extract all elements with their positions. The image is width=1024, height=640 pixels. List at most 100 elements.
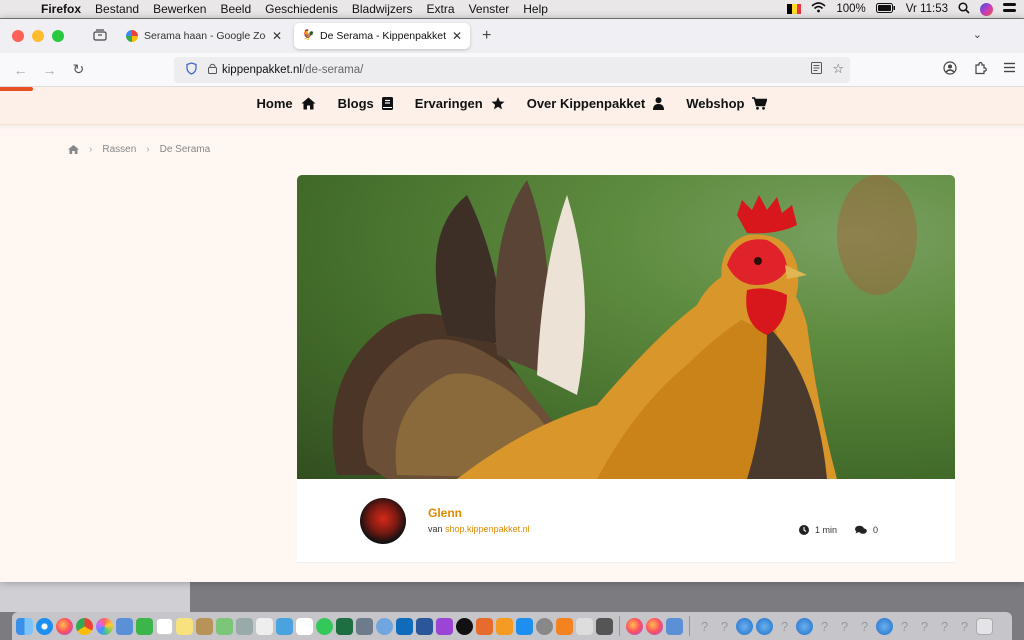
reminders-icon[interactable] xyxy=(296,617,313,635)
system-preferences-icon[interactable] xyxy=(536,617,553,635)
menu-app-name[interactable]: Firefox xyxy=(34,2,88,16)
tab-kippenpakket[interactable]: 🐓 De Serama - Kippenpakket.nl ✕ xyxy=(294,23,470,49)
home-icon[interactable] xyxy=(68,145,79,154)
wifi-icon[interactable] xyxy=(811,2,826,16)
apple-tv-icon[interactable] xyxy=(456,617,473,635)
belgian-flag-icon[interactable] xyxy=(787,4,802,14)
reader-view-icon[interactable] xyxy=(811,62,822,77)
tracking-protection-shield-icon[interactable] xyxy=(180,62,202,78)
lock-icon[interactable] xyxy=(202,63,222,77)
unknown-app-icon[interactable]: ? xyxy=(696,618,713,635)
siri-icon[interactable] xyxy=(980,2,993,16)
extensions-icon[interactable] xyxy=(973,61,987,78)
nav-webshop[interactable]: Webshop xyxy=(686,96,768,111)
podcasts-icon[interactable] xyxy=(436,617,453,635)
trash-icon[interactable] xyxy=(976,617,993,635)
battery-icon[interactable] xyxy=(875,2,896,16)
word-icon[interactable] xyxy=(416,617,433,635)
nav-home[interactable]: Home xyxy=(257,96,316,111)
screen-time-icon[interactable] xyxy=(596,617,613,635)
safari-icon[interactable] xyxy=(36,617,53,635)
unknown-app-icon[interactable]: ? xyxy=(816,618,833,635)
close-tab-icon[interactable]: ✕ xyxy=(272,29,282,43)
unknown-app-icon[interactable]: ? xyxy=(916,618,933,635)
unknown-app-icon[interactable]: ? xyxy=(776,618,793,635)
google-icon xyxy=(126,30,138,42)
preview-icon[interactable] xyxy=(666,617,683,635)
archive-icon[interactable] xyxy=(196,617,213,635)
app-store-icon[interactable] xyxy=(516,617,533,635)
account-icon[interactable] xyxy=(943,61,957,78)
author-shop-link[interactable]: shop.kippenpakket.nl xyxy=(445,524,530,534)
menubar-clock[interactable]: Vr 11:53 xyxy=(906,3,948,15)
unknown-app-icon[interactable]: ? xyxy=(836,618,853,635)
back-icon[interactable]: ← xyxy=(6,62,35,78)
unknown-app-icon[interactable]: ? xyxy=(956,618,973,635)
books-icon[interactable] xyxy=(496,617,513,635)
unknown-app-icon[interactable]: ? xyxy=(716,618,733,635)
firefox-icon[interactable] xyxy=(56,617,73,635)
itunes-icon[interactable] xyxy=(376,617,393,635)
menu-extra[interactable]: Extra xyxy=(420,2,462,16)
numbers-icon[interactable] xyxy=(136,617,153,635)
outlook-icon[interactable] xyxy=(396,617,413,635)
address-bar[interactable]: kippenpakket.nl/de-serama/ ☆ xyxy=(174,57,850,83)
messages-icon[interactable] xyxy=(316,617,333,635)
unknown-app-icon[interactable]: ? xyxy=(936,618,953,635)
menu-beeld[interactable]: Beeld xyxy=(213,2,258,16)
notes-icon[interactable] xyxy=(176,617,193,635)
send-icon[interactable] xyxy=(356,617,373,635)
reload-icon[interactable]: ↻ xyxy=(64,61,93,78)
minimize-window-button[interactable] xyxy=(32,30,44,42)
utility-icon[interactable] xyxy=(576,617,593,635)
globe-icon[interactable] xyxy=(796,617,813,635)
preview-icon[interactable] xyxy=(116,617,133,635)
nav-over-kippenpakket[interactable]: Over Kippenpakket xyxy=(527,96,665,111)
menu-bewerken[interactable]: Bewerken xyxy=(146,2,213,16)
firefox-icon[interactable] xyxy=(646,617,663,635)
disk-utility-icon[interactable] xyxy=(236,617,253,635)
author-name[interactable]: Glenn xyxy=(428,506,462,520)
nav-blogs[interactable]: Blogs xyxy=(338,96,393,111)
battery-percentage[interactable]: 100% xyxy=(836,3,865,15)
zoom-window-button[interactable] xyxy=(52,30,64,42)
excel-icon[interactable] xyxy=(336,617,353,635)
firefox-icon[interactable] xyxy=(626,617,643,635)
spotlight-search-icon[interactable] xyxy=(958,1,970,17)
bookmark-star-icon[interactable]: ☆ xyxy=(832,61,844,77)
cart-icon xyxy=(752,97,768,110)
site-navigation: Home Blogs Ervaringen Over Kippenpakket … xyxy=(0,87,1024,125)
unknown-app-icon[interactable]: ? xyxy=(896,618,913,635)
finder-icon[interactable] xyxy=(16,617,33,635)
chrome-icon[interactable] xyxy=(76,617,93,635)
breadcrumb-rassen[interactable]: Rassen xyxy=(102,144,136,155)
globe-icon[interactable] xyxy=(736,617,753,635)
forward-icon[interactable]: → xyxy=(35,62,64,78)
calendar-icon[interactable] xyxy=(156,617,173,635)
menu-bladwijzers[interactable]: Bladwijzers xyxy=(345,2,420,16)
maps-icon[interactable] xyxy=(216,617,233,635)
unknown-app-icon[interactable]: ? xyxy=(856,618,873,635)
vlc-icon[interactable] xyxy=(556,617,573,635)
photos-icon[interactable] xyxy=(96,617,113,635)
new-tab-button[interactable]: + xyxy=(474,27,499,45)
globe-icon[interactable] xyxy=(876,617,893,635)
control-center-icon[interactable] xyxy=(1003,2,1016,16)
globe-icon[interactable] xyxy=(756,617,773,635)
nav-ervaringen[interactable]: Ervaringen xyxy=(415,96,505,111)
menu-bestand[interactable]: Bestand xyxy=(88,2,146,16)
close-tab-icon[interactable]: ✕ xyxy=(452,29,462,43)
menu-help[interactable]: Help xyxy=(516,2,555,16)
menu-geschiedenis[interactable]: Geschiedenis xyxy=(258,2,345,16)
avatar[interactable] xyxy=(360,498,406,544)
textedit-icon[interactable] xyxy=(256,617,273,635)
menu-venster[interactable]: Venster xyxy=(462,2,517,16)
guitar-icon[interactable] xyxy=(476,617,493,635)
comment-count[interactable]: 0 xyxy=(855,525,878,535)
tab-google-search[interactable]: Serama haan - Google Zoeken ✕ xyxy=(118,23,290,49)
list-all-tabs-icon[interactable]: ⌄ xyxy=(973,28,982,41)
app-menu-icon[interactable] xyxy=(1003,61,1016,78)
firefox-view-icon[interactable] xyxy=(82,28,118,44)
finder-cloud-icon[interactable] xyxy=(276,617,293,635)
close-window-button[interactable] xyxy=(12,30,24,42)
